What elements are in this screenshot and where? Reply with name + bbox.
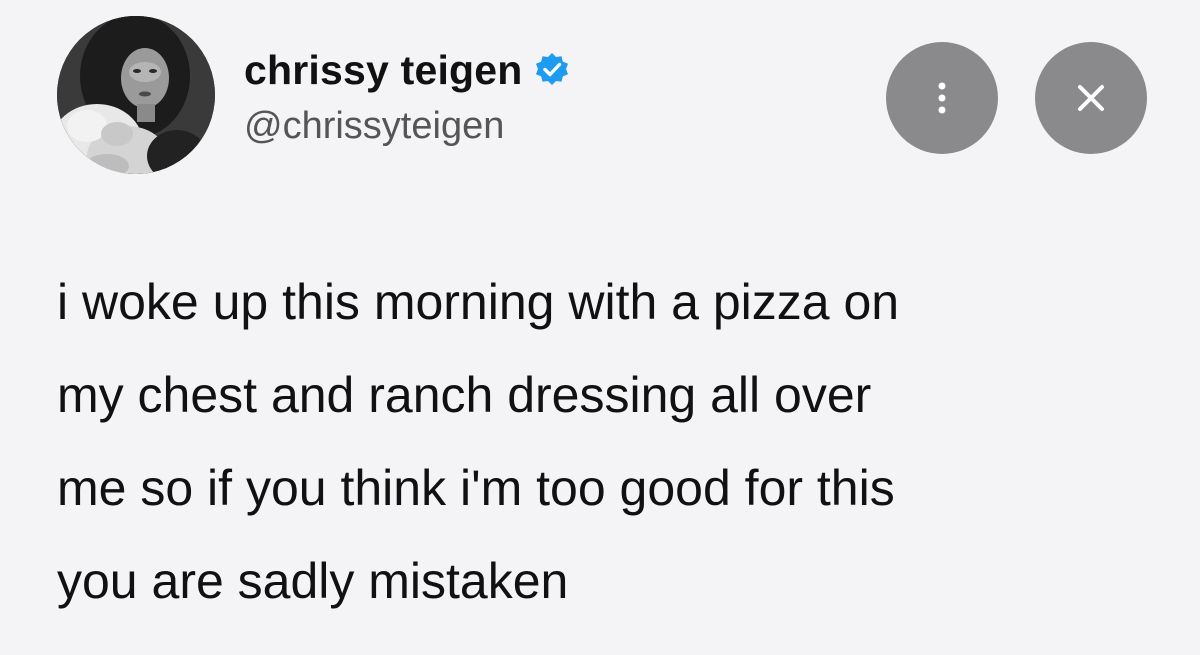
tweet-line: my chest and ranch dressing all over [57, 367, 872, 423]
close-icon [1078, 85, 1104, 111]
tweet-line: me so if you think i'm too good for this [57, 460, 895, 516]
display-name[interactable]: chrissy teigen [244, 44, 523, 96]
profile-photo-icon [57, 16, 215, 174]
tweet-text: i woke up this morning with a pizza on m… [57, 256, 1157, 628]
display-name-row: chrissy teigen [244, 44, 571, 96]
profile-avatar[interactable] [57, 16, 215, 174]
verified-badge-icon [533, 51, 571, 89]
more-options-button[interactable] [886, 42, 998, 154]
tweet-line: you are sadly mistaken [57, 553, 569, 609]
tweet-line: i woke up this morning with a pizza on [57, 274, 900, 330]
user-handle[interactable]: @chrissyteigen [244, 104, 504, 148]
close-button[interactable] [1035, 42, 1147, 154]
more-options-icon [938, 82, 946, 114]
